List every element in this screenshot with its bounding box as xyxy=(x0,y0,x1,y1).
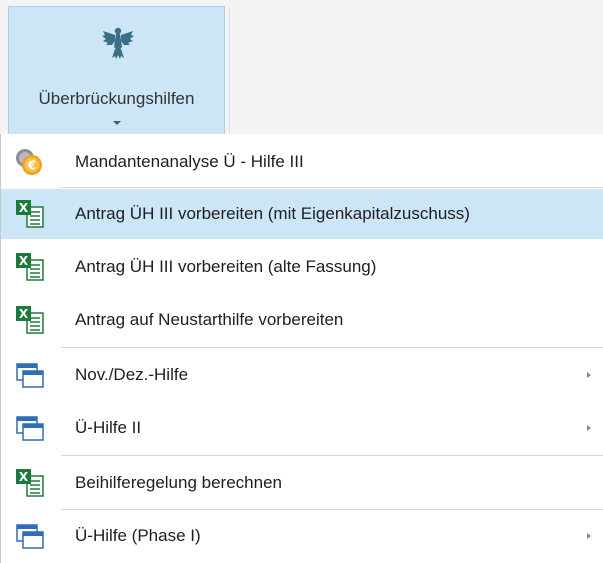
chevron-right-icon xyxy=(587,425,591,431)
menu-item-antrag-uehiii-alt[interactable]: X Antrag ÜH III vorbereiten (alte Fassun… xyxy=(1,242,603,292)
chevron-right-icon xyxy=(587,533,591,539)
menu-item-label: Antrag ÜH III vorbereiten (alte Fassung) xyxy=(75,257,377,276)
svg-text:X: X xyxy=(19,201,29,215)
svg-text:X: X xyxy=(19,307,29,321)
menu-item-ue-hilfe-ii[interactable]: Ü-Hilfe II xyxy=(1,403,603,453)
menu-divider xyxy=(61,347,603,348)
svg-text:X: X xyxy=(19,470,29,484)
menu-item-antrag-uehiii-eigenkapital[interactable]: X Antrag ÜH III vorbereiten (mit Eigenka… xyxy=(1,189,603,239)
menu-item-label: Beihilferegelung berechnen xyxy=(75,473,282,492)
dropdown-menu: € Mandantenanalyse Ü - Hilfe III X Antra… xyxy=(0,134,603,563)
menu-item-label: Ü-Hilfe (Phase I) xyxy=(75,526,201,545)
excel-form-icon: X xyxy=(16,469,44,497)
coin-euro-icon: € xyxy=(16,149,42,175)
chevron-right-icon xyxy=(587,372,591,378)
ueberbrueckungshilfen-button[interactable]: Überbrückungshilfen xyxy=(8,6,225,134)
excel-form-icon: X xyxy=(16,200,44,228)
windows-icon xyxy=(16,416,44,441)
menu-divider xyxy=(61,509,603,510)
excel-form-icon: X xyxy=(16,306,44,334)
menu-item-ue-hilfe-phase-i[interactable]: Ü-Hilfe (Phase I) xyxy=(1,511,603,561)
ribbon-button-label: Überbrückungshilfen xyxy=(38,89,195,108)
menu-item-label: Mandantenanalyse Ü - Hilfe III xyxy=(75,152,304,171)
excel-form-icon: X xyxy=(16,253,44,281)
menu-divider xyxy=(61,187,603,188)
ribbon: Überbrückungshilfen xyxy=(0,0,603,134)
menu-item-nov-dez-hilfe[interactable]: Nov./Dez.-Hilfe xyxy=(1,350,603,400)
federal-eagle-icon xyxy=(102,27,134,59)
windows-icon xyxy=(16,524,44,549)
ribbon-separator xyxy=(229,8,230,132)
menu-item-mandantenanalyse[interactable]: € Mandantenanalyse Ü - Hilfe III xyxy=(1,137,603,187)
chevron-down-icon xyxy=(113,121,121,125)
windows-icon xyxy=(16,363,44,388)
menu-divider xyxy=(61,455,603,456)
menu-item-label: Nov./Dez.-Hilfe xyxy=(75,365,189,384)
menu-item-label: Ü-Hilfe II xyxy=(75,418,142,437)
menu-item-antrag-neustarthilfe[interactable]: X Antrag auf Neustarthilfe vorbereiten xyxy=(1,295,603,345)
menu-item-label: Antrag ÜH III vorbereiten (mit Eigenkapi… xyxy=(75,204,470,223)
menu-item-label: Antrag auf Neustarthilfe vorbereiten xyxy=(75,310,344,329)
svg-text:€: € xyxy=(27,159,36,173)
menu-item-beihilferegelung[interactable]: X Beihilferegelung berechnen xyxy=(1,458,603,508)
svg-text:X: X xyxy=(19,254,29,268)
